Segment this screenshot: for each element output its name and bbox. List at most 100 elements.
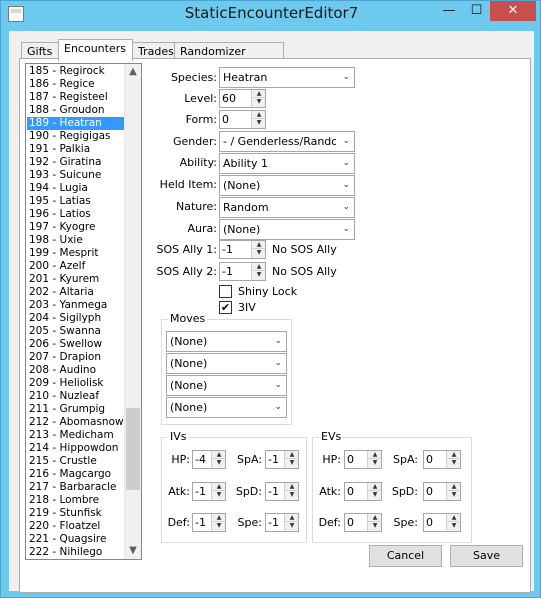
move-4-select[interactable]: (None) ⌄ (166, 397, 287, 418)
move-1-select[interactable]: (None) ⌄ (166, 331, 287, 352)
spin-down-icon[interactable]: ▼ (212, 522, 226, 530)
list-item[interactable]: 219 - Stunfisk (27, 507, 124, 520)
ev-spd-stepper[interactable]: 0 ▲ ▼ (423, 482, 461, 501)
encounter-list[interactable]: 185 - Regirock 186 - Regice 187 - Registee… (25, 63, 142, 560)
list-item[interactable]: 193 - Suicune (27, 169, 124, 182)
spin-up-icon[interactable]: ▲ (252, 111, 266, 119)
scroll-down-icon[interactable]: ▼ (125, 543, 141, 559)
spin-down-icon[interactable]: ▼ (252, 271, 266, 279)
title-bar[interactable]: StaticEncounterEditor7 — ☐ ✕ (1, 1, 541, 31)
move-2-select[interactable]: (None) ⌄ (166, 353, 287, 374)
list-item[interactable]: 218 - Lombre (27, 494, 124, 507)
list-item[interactable]: 202 - Altaria (27, 286, 124, 299)
level-stepper[interactable]: 60 ▲ ▼ (219, 89, 266, 108)
list-item[interactable]: 206 - Swellow (27, 338, 124, 351)
held-item-select[interactable]: (None) ⌄ (219, 175, 355, 196)
spin-up-icon[interactable]: ▲ (252, 263, 266, 271)
ev-spa-stepper[interactable]: 0 ▲ ▼ (423, 450, 461, 469)
spin-up-icon[interactable]: ▲ (252, 241, 266, 249)
list-item[interactable]: 185 - Regirock (27, 65, 124, 78)
spin-down-icon[interactable]: ▼ (447, 459, 461, 467)
spin-up-icon[interactable]: ▲ (285, 514, 299, 522)
list-item[interactable]: 195 - Latias (27, 195, 124, 208)
spin-up-icon[interactable]: ▲ (212, 483, 226, 491)
spin-down-icon[interactable]: ▼ (212, 459, 226, 467)
spin-down-icon[interactable]: ▼ (252, 249, 266, 257)
spin-down-icon[interactable]: ▼ (368, 522, 382, 530)
list-item[interactable]: 197 - Kyogre (27, 221, 124, 234)
list-item[interactable]: 194 - Lugia (27, 182, 124, 195)
list-item[interactable]: 198 - Uxie (27, 234, 124, 247)
list-item[interactable]: 204 - Sigilyph (27, 312, 124, 325)
aura-select[interactable]: (None) ⌄ (219, 219, 355, 240)
list-item[interactable]: 186 - Regice (27, 78, 124, 91)
move-3-select[interactable]: (None) ⌄ (166, 375, 287, 396)
list-item[interactable]: 205 - Swanna (27, 325, 124, 338)
list-item[interactable]: 189 - Heatran (27, 117, 124, 130)
list-item[interactable]: 217 - Barbaracle (27, 481, 124, 494)
ability-select[interactable]: Ability 1 ⌄ (219, 153, 355, 174)
three-iv-checkbox[interactable]: ✔ (219, 301, 232, 314)
list-item[interactable]: 209 - Heliolisk (27, 377, 124, 390)
tab-encounters[interactable]: Encounters (58, 39, 133, 61)
species-select[interactable]: Heatran ⌄ (219, 67, 355, 88)
sos-ally-2-stepper[interactable]: -1 ▲ ▼ (219, 262, 266, 281)
form-stepper[interactable]: 0 ▲ ▼ (219, 110, 266, 129)
list-item[interactable]: 199 - Mesprit (27, 247, 124, 260)
spin-down-icon[interactable]: ▼ (368, 459, 382, 467)
spin-down-icon[interactable]: ▼ (285, 491, 299, 499)
iv-hp-stepper[interactable]: -4 ▲ ▼ (192, 450, 226, 469)
spin-up-icon[interactable]: ▲ (368, 514, 382, 522)
spin-down-icon[interactable]: ▼ (285, 522, 299, 530)
list-item[interactable]: 215 - Crustle (27, 455, 124, 468)
nature-select[interactable]: Random ⌄ (219, 197, 355, 218)
list-item[interactable]: 211 - Grumpig (27, 403, 124, 416)
list-item[interactable]: 187 - Registeel (27, 91, 124, 104)
sos-ally-1-stepper[interactable]: -1 ▲ ▼ (219, 240, 266, 259)
list-item[interactable]: 192 - Giratina (27, 156, 124, 169)
list-item[interactable]: 214 - Hippowdon (27, 442, 124, 455)
ev-spe-stepper[interactable]: 0 ▲ ▼ (423, 513, 461, 532)
spin-down-icon[interactable]: ▼ (447, 522, 461, 530)
spin-down-icon[interactable]: ▼ (285, 459, 299, 467)
list-item[interactable]: 190 - Regigigas (27, 130, 124, 143)
list-item[interactable]: 188 - Groudon (27, 104, 124, 117)
spin-up-icon[interactable]: ▲ (212, 451, 226, 459)
spin-up-icon[interactable]: ▲ (285, 483, 299, 491)
spin-down-icon[interactable]: ▼ (252, 98, 266, 106)
gender-select[interactable]: - / Genderless/Random ⌄ (219, 131, 355, 152)
list-scrollbar[interactable]: ▲ ▼ (124, 64, 141, 559)
spin-down-icon[interactable]: ▼ (447, 491, 461, 499)
spin-up-icon[interactable]: ▲ (447, 451, 461, 459)
spin-up-icon[interactable]: ▲ (368, 483, 382, 491)
spin-up-icon[interactable]: ▲ (447, 514, 461, 522)
list-item[interactable]: 220 - Floatzel (27, 520, 124, 533)
iv-spe-stepper[interactable]: -1 ▲ ▼ (265, 513, 299, 532)
spin-down-icon[interactable]: ▼ (368, 491, 382, 499)
shiny-lock-checkbox[interactable] (219, 285, 232, 298)
ev-hp-stepper[interactable]: 0 ▲ ▼ (344, 450, 382, 469)
list-item[interactable]: 191 - Palkia (27, 143, 124, 156)
cancel-button[interactable]: Cancel (369, 545, 442, 567)
list-item[interactable]: 201 - Kyurem (27, 273, 124, 286)
spin-up-icon[interactable]: ▲ (252, 90, 266, 98)
iv-def-stepper[interactable]: -1 ▲ ▼ (192, 513, 226, 532)
spin-down-icon[interactable]: ▼ (212, 491, 226, 499)
list-item[interactable]: 213 - Medicham (27, 429, 124, 442)
list-item[interactable]: 221 - Quagsire (27, 533, 124, 546)
spin-up-icon[interactable]: ▲ (368, 451, 382, 459)
ev-atk-stepper[interactable]: 0 ▲ ▼ (344, 482, 382, 501)
list-item[interactable]: 216 - Magcargo (27, 468, 124, 481)
close-button[interactable]: ✕ (490, 1, 536, 21)
maximize-button[interactable]: ☐ (463, 1, 490, 21)
spin-up-icon[interactable]: ▲ (447, 483, 461, 491)
minimize-button[interactable]: — (435, 1, 463, 21)
spin-up-icon[interactable]: ▲ (212, 514, 226, 522)
ev-def-stepper[interactable]: 0 ▲ ▼ (344, 513, 382, 532)
iv-spd-stepper[interactable]: -1 ▲ ▼ (265, 482, 299, 501)
list-item[interactable]: 196 - Latios (27, 208, 124, 221)
list-item[interactable]: 222 - Nihilego (27, 546, 124, 559)
scroll-up-icon[interactable]: ▲ (125, 64, 141, 80)
list-item[interactable]: 200 - Azelf (27, 260, 124, 273)
list-item[interactable]: 210 - Nuzleaf (27, 390, 124, 403)
